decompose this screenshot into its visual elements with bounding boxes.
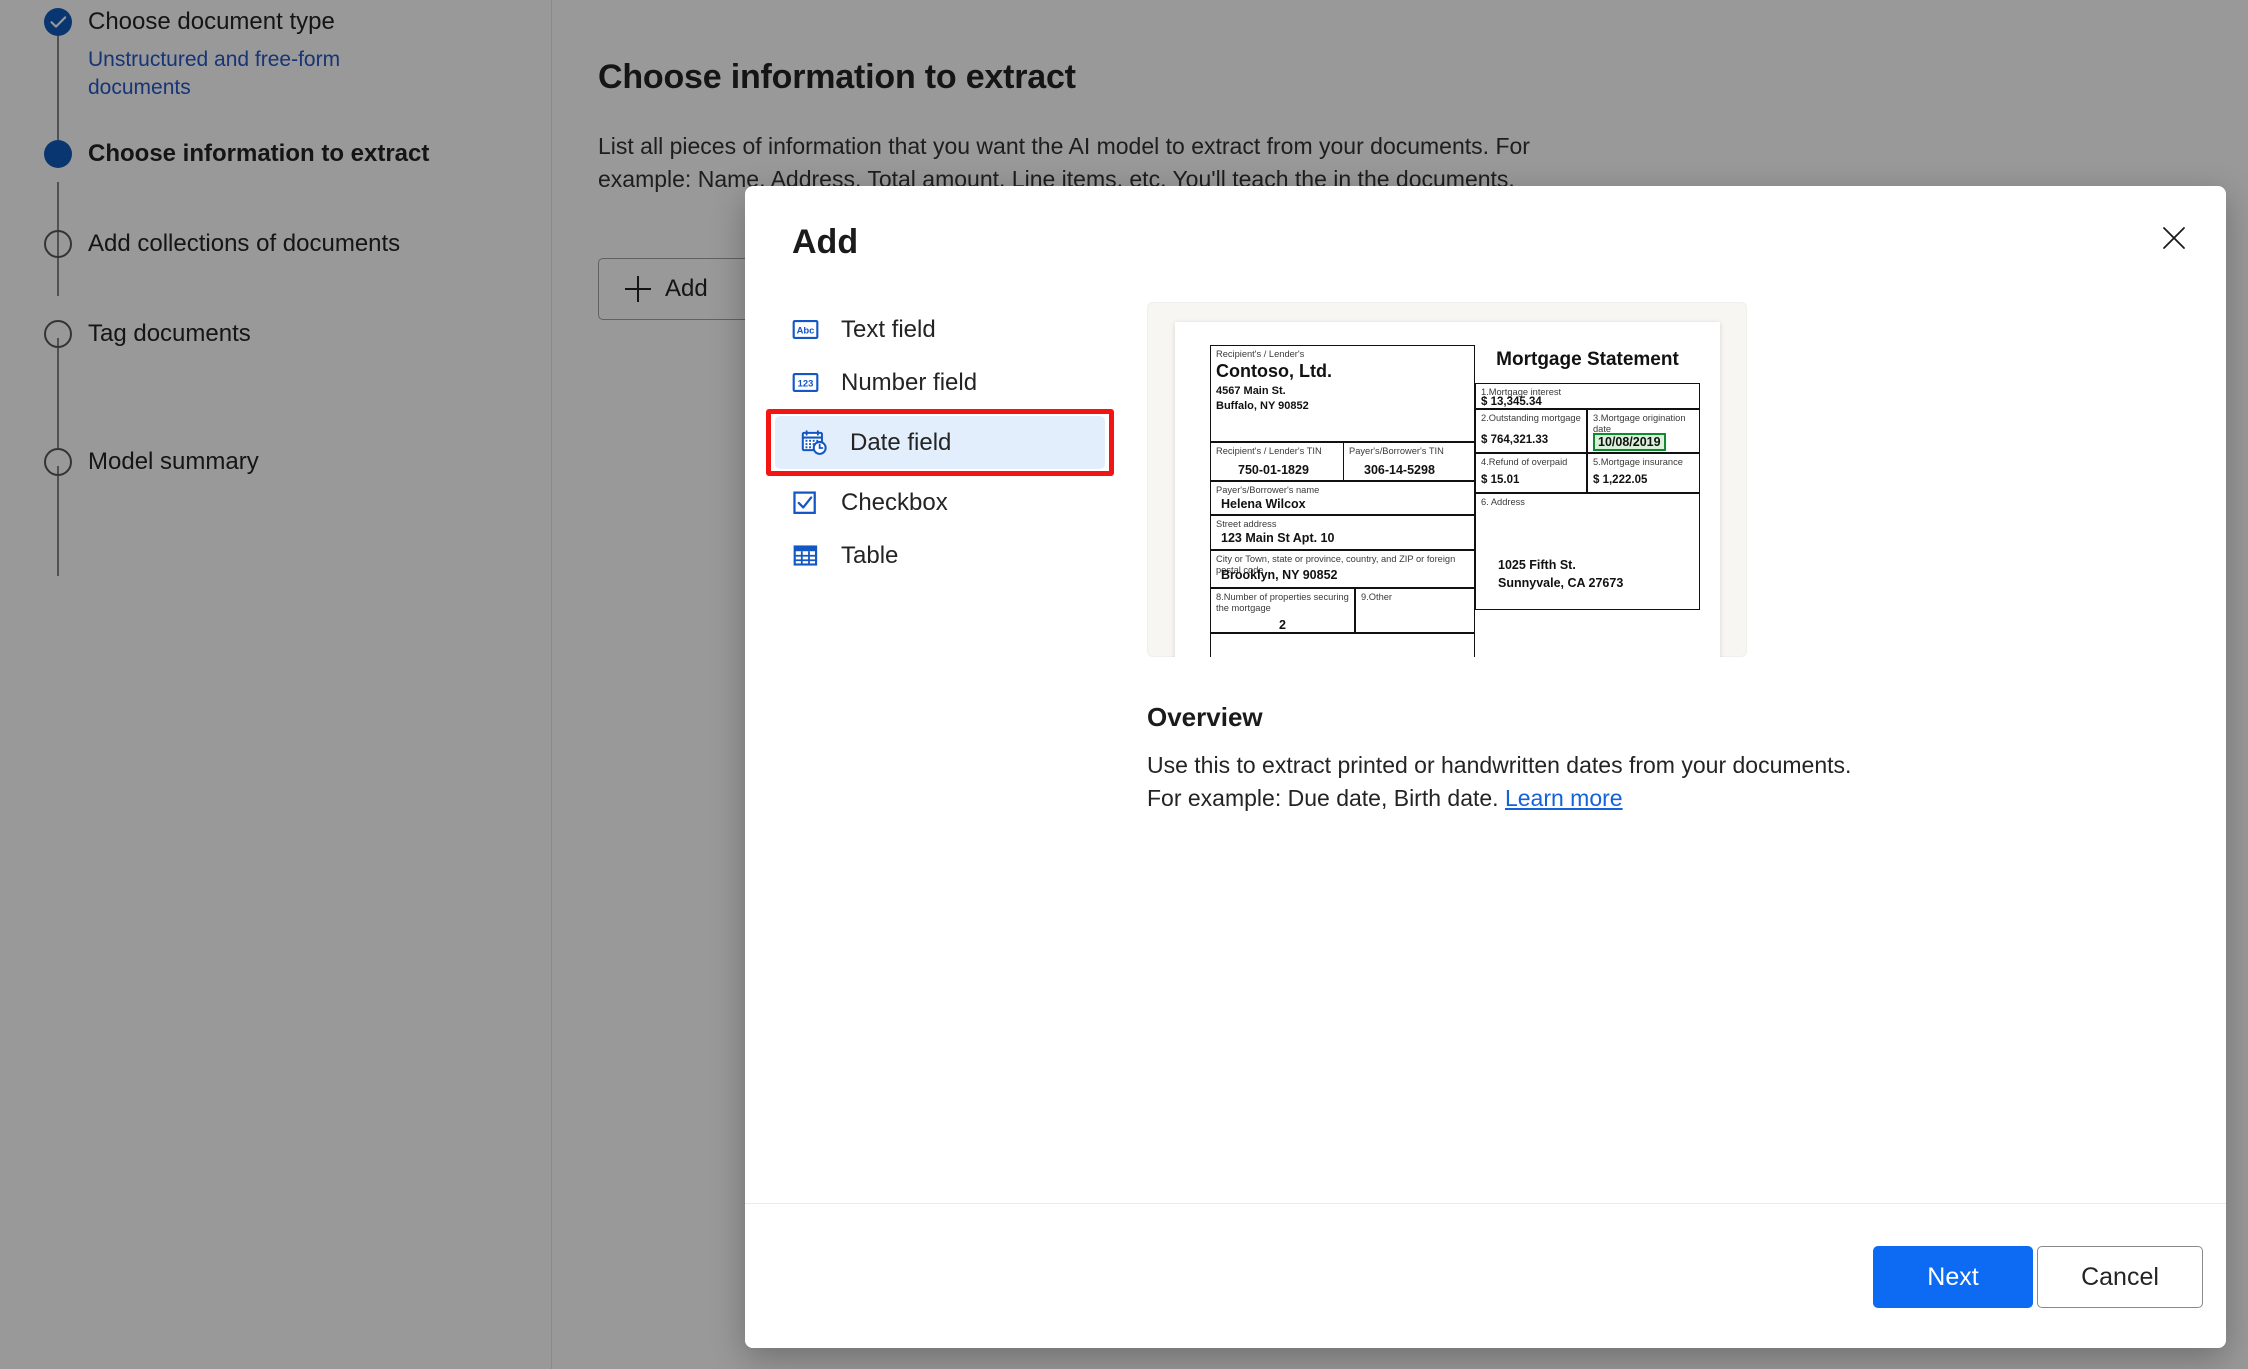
overview-body: Use this to extract printed or handwritt… xyxy=(1147,752,1852,811)
doc-payer-tin: 306-14-5298 xyxy=(1364,463,1435,477)
doc-recipient-street: 4567 Main St. xyxy=(1216,385,1286,397)
doc-cell-box1: 1.Mortgage interest $ 13,345.34 xyxy=(1475,383,1700,409)
learn-more-link[interactable]: Learn more xyxy=(1505,785,1623,811)
doc-box8-value: 2 xyxy=(1279,618,1286,632)
doc-cell-label: 9.Other xyxy=(1361,592,1393,602)
doc-recipient-city: Buffalo, NY 90852 xyxy=(1216,400,1309,412)
doc-cell-box6: 6. Address 1025 Fifth St. Sunnyvale, CA … xyxy=(1475,493,1700,610)
add-field-dialog: Add Abc Text field 123 Number field Date… xyxy=(745,186,2226,1348)
doc-cell-label: 2.Outstanding mortgage xyxy=(1481,413,1581,423)
field-type-date-field-wrapper: Date field xyxy=(766,409,1146,476)
doc-cell-label: Recipient's / Lender's TIN xyxy=(1216,446,1322,456)
dialog-body: Abc Text field 123 Number field Date fie… xyxy=(745,278,2226,1203)
field-type-number-field[interactable]: 123 Number field xyxy=(766,356,1146,409)
svg-text:Abc: Abc xyxy=(797,325,815,336)
doc-city-value: Brooklyn, NY 90852 xyxy=(1221,568,1338,582)
doc-cell-footer xyxy=(1210,633,1475,657)
field-type-checkbox[interactable]: Checkbox xyxy=(766,476,1146,529)
field-type-label: Date field xyxy=(850,428,952,456)
close-icon xyxy=(2163,227,2185,249)
field-type-label: Checkbox xyxy=(841,488,948,516)
doc-box2-value: $ 764,321.33 xyxy=(1481,434,1549,446)
doc-cell-city: City or Town, state or province, country… xyxy=(1210,550,1475,588)
doc-cell-recipient: Recipient's / Lender's Contoso, Ltd. 456… xyxy=(1210,345,1475,442)
doc-title: Mortgage Statement xyxy=(1496,349,1679,370)
doc-box6-line2: Sunnyvale, CA 27673 xyxy=(1498,576,1624,590)
document-form: Mortgage Statement Recipient's / Lender'… xyxy=(1205,340,1705,657)
next-button[interactable]: Next xyxy=(1873,1246,2033,1308)
doc-payer-name: Helena Wilcox xyxy=(1221,497,1306,511)
svg-text:123: 123 xyxy=(798,378,814,389)
dialog-footer: Next Cancel xyxy=(745,1203,2226,1348)
field-type-table[interactable]: Table xyxy=(766,529,1146,582)
calendar-clock-icon xyxy=(801,430,827,455)
doc-cell-box8: 8.Number of properties securing the mort… xyxy=(1210,588,1355,633)
doc-box1-value: $ 13,345.34 xyxy=(1481,396,1542,408)
doc-cell-label: Payer's/Borrower's TIN xyxy=(1349,446,1444,456)
field-type-label: Table xyxy=(841,541,899,569)
doc-cell-payer-name: Payer's/Borrower's name Helena Wilcox xyxy=(1210,481,1475,515)
doc-cell-payer-tin: Payer's/Borrower's TIN 306-14-5298 xyxy=(1343,442,1475,481)
doc-cell-label: Recipient's / Lender's xyxy=(1216,349,1305,359)
doc-box6-line1: 1025 Fifth St. xyxy=(1498,558,1576,572)
doc-cell-box5: 5.Mortgage insurance $ 1,222.05 xyxy=(1587,453,1700,493)
dialog-title: Add xyxy=(792,223,859,261)
doc-cell-label: 6. Address xyxy=(1481,497,1525,507)
field-type-label: Text field xyxy=(841,315,936,343)
doc-box5-value: $ 1,222.05 xyxy=(1593,474,1648,486)
overview-heading: Overview xyxy=(1147,702,1263,732)
doc-cell-box4: 4.Refund of overpaid $ 15.01 xyxy=(1475,453,1587,493)
field-type-list: Abc Text field 123 Number field Date fie… xyxy=(766,303,1146,582)
close-button[interactable] xyxy=(2146,210,2202,266)
doc-recipient-name: Contoso, Ltd. xyxy=(1216,361,1332,381)
table-icon xyxy=(793,545,818,566)
doc-cell-label: 4.Refund of overpaid xyxy=(1481,457,1568,467)
doc-recipient-tin: 750-01-1829 xyxy=(1238,463,1309,477)
overview-text: Use this to extract printed or handwritt… xyxy=(1147,749,1877,815)
cancel-button[interactable]: Cancel xyxy=(2037,1246,2203,1308)
checkbox-icon xyxy=(793,491,816,514)
document-sheet: Mortgage Statement Recipient's / Lender'… xyxy=(1175,322,1720,657)
doc-cell-box9: 9.Other xyxy=(1355,588,1475,633)
123-icon: 123 xyxy=(792,372,819,393)
abc-icon: Abc xyxy=(792,319,819,340)
doc-cell-box3: 3.Mortgage origination date 10/08/2019 xyxy=(1587,409,1700,453)
doc-cell-street: Street address 123 Main St Apt. 10 xyxy=(1210,515,1475,550)
field-type-date-field[interactable]: Date field xyxy=(775,416,1105,469)
doc-street-value: 123 Main St Apt. 10 xyxy=(1221,531,1335,545)
doc-box3-value-highlight: 10/08/2019 xyxy=(1593,433,1666,451)
doc-cell-label: 5.Mortgage insurance xyxy=(1593,457,1683,467)
doc-cell-label: Payer's/Borrower's name xyxy=(1216,485,1320,495)
doc-cell-label: 8.Number of properties securing the mort… xyxy=(1216,592,1349,614)
app-root: Choose document type Unstructured and fr… xyxy=(0,0,2248,1369)
document-preview-frame: Mortgage Statement Recipient's / Lender'… xyxy=(1147,302,1747,657)
doc-box4-value: $ 15.01 xyxy=(1481,474,1520,486)
doc-cell-box2: 2.Outstanding mortgage $ 764,321.33 xyxy=(1475,409,1587,453)
document-preview: Mortgage Statement Recipient's / Lender'… xyxy=(1147,302,1851,811)
field-type-text-field[interactable]: Abc Text field xyxy=(766,303,1146,356)
doc-cell-label: Street address xyxy=(1216,519,1277,529)
field-type-label: Number field xyxy=(841,368,978,396)
